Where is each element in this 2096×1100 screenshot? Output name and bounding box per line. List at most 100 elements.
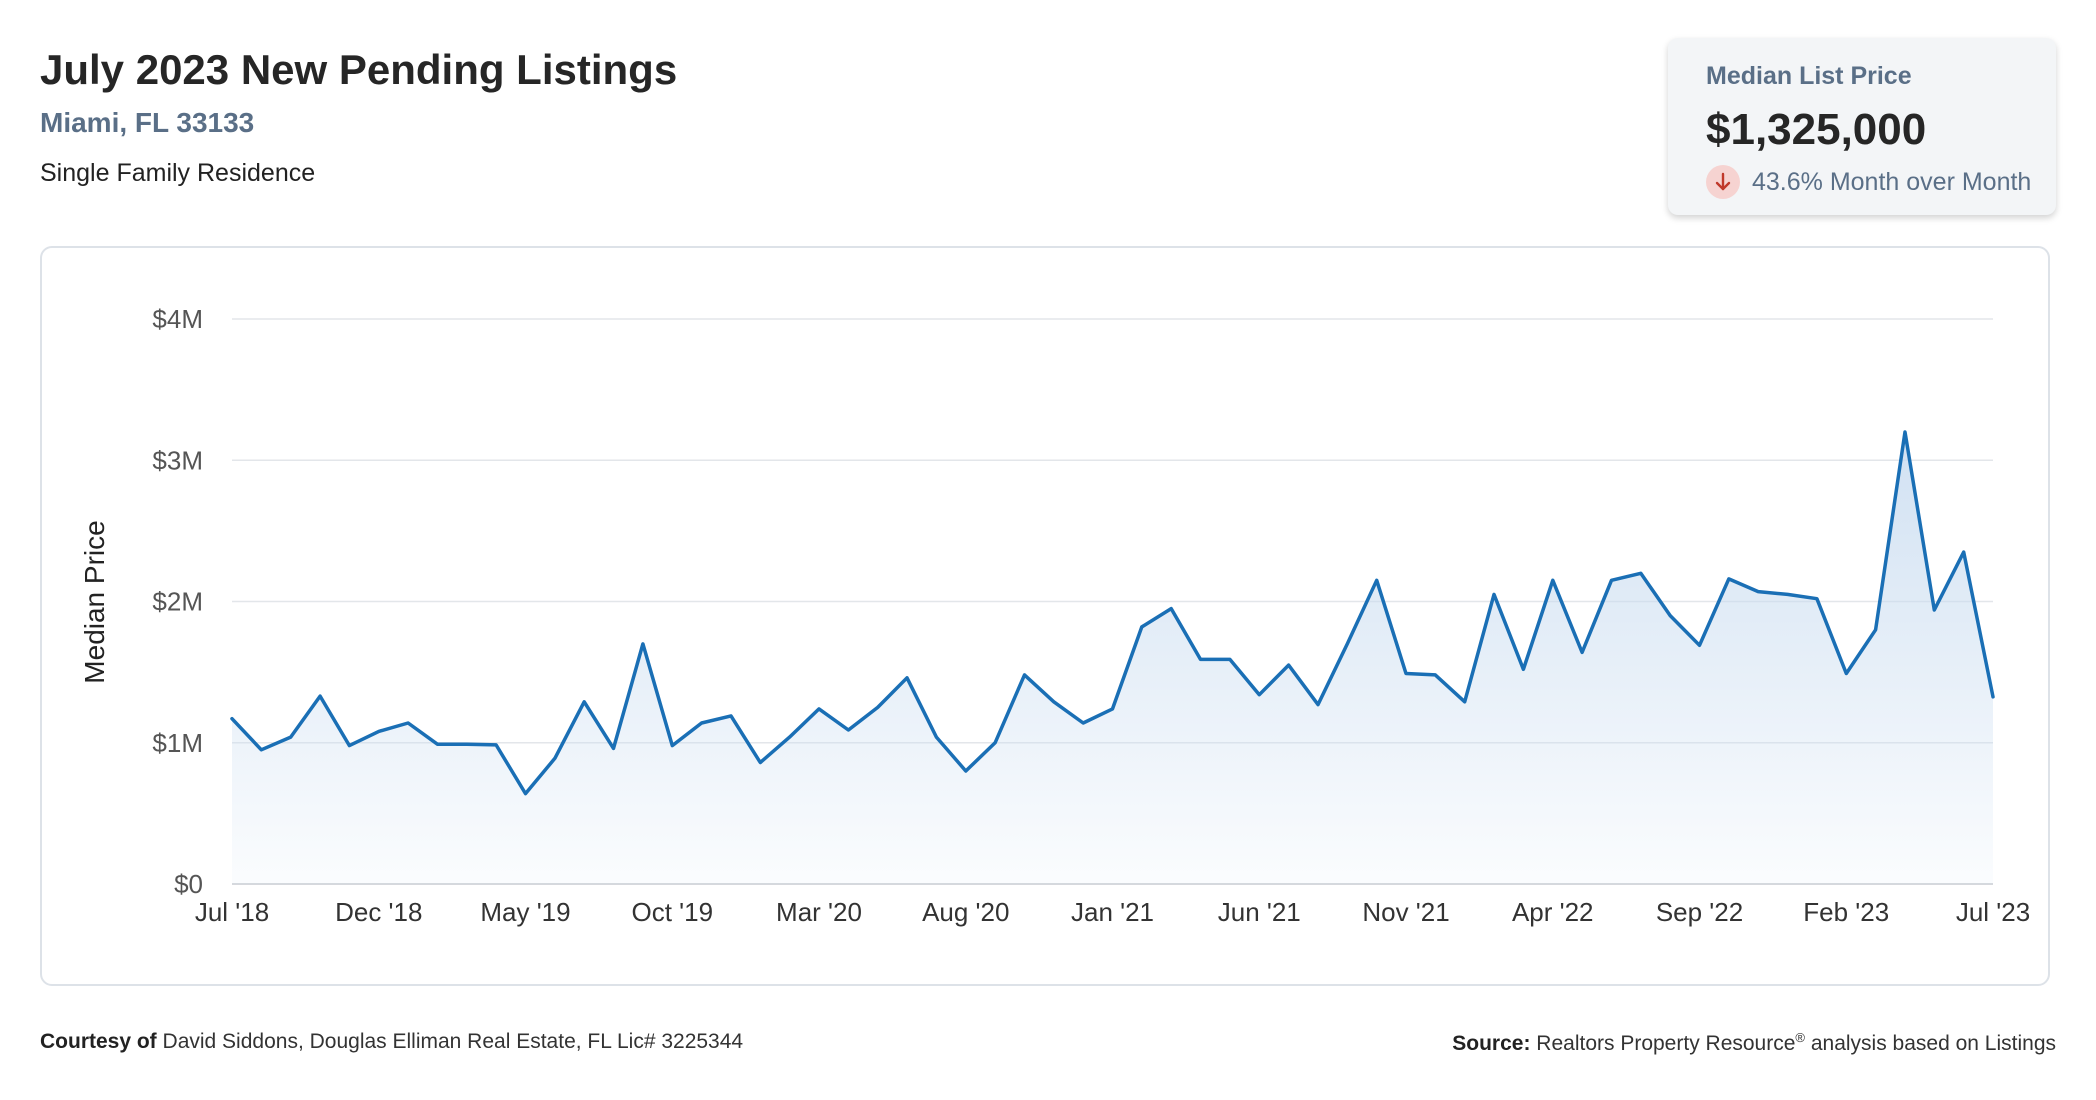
footer-courtesy: Courtesy of David Siddons, Douglas Ellim… xyxy=(40,1030,743,1054)
property-type-label: Single Family Residence xyxy=(40,159,316,187)
stat-change: 43.6% Month over Month xyxy=(1706,165,2056,199)
data-point xyxy=(553,756,557,760)
data-point xyxy=(230,717,234,721)
data-point xyxy=(846,728,850,732)
data-point xyxy=(1786,592,1790,596)
data-point xyxy=(612,746,616,750)
y-tick-label: $4M xyxy=(152,304,203,334)
data-point xyxy=(1991,695,1995,699)
data-point xyxy=(347,744,351,748)
data-point xyxy=(1228,657,1232,661)
data-point xyxy=(1580,650,1584,654)
data-point xyxy=(964,769,968,773)
data-point xyxy=(1287,663,1291,667)
y-tick-label: $2M xyxy=(152,587,203,617)
data-point xyxy=(259,748,263,752)
data-point xyxy=(1521,667,1525,671)
arrow-down-icon xyxy=(1706,165,1740,199)
courtesy-label: Courtesy of xyxy=(40,1030,157,1053)
source-suffix: analysis based on Listings xyxy=(1810,1032,2056,1055)
data-point xyxy=(1375,578,1379,582)
median-list-price-card: Median List Price $1,325,000 43.6% Month… xyxy=(1668,38,2056,215)
x-tick-label: Aug '20 xyxy=(922,897,1009,927)
data-point xyxy=(1609,578,1613,582)
page-title: July 2023 New Pending Listings xyxy=(40,46,678,93)
data-point xyxy=(1962,550,1966,554)
footer-source: Source: Realtors Property Resource® anal… xyxy=(1452,1030,2056,1056)
data-point xyxy=(876,705,880,709)
x-tick-label: Jul '23 xyxy=(1956,897,2030,927)
data-point xyxy=(406,721,410,725)
y-axis-label: Median Price xyxy=(79,520,110,683)
x-tick-label: Dec '18 xyxy=(335,897,422,927)
data-point xyxy=(1433,673,1437,677)
x-tick-label: Feb '23 xyxy=(1803,897,1889,927)
data-point xyxy=(1932,608,1936,612)
x-tick-label: Sep '22 xyxy=(1656,897,1743,927)
data-point xyxy=(670,744,674,748)
price-area xyxy=(232,432,1993,884)
data-point xyxy=(905,676,909,680)
y-tick-label: $1M xyxy=(152,728,203,758)
data-point xyxy=(1316,703,1320,707)
x-tick-label: May '19 xyxy=(480,897,570,927)
data-point xyxy=(1463,700,1467,704)
data-point xyxy=(817,707,821,711)
data-point xyxy=(1199,657,1203,661)
data-point xyxy=(729,714,733,718)
x-tick-label: Oct '19 xyxy=(631,897,713,927)
data-point xyxy=(582,700,586,704)
x-tick-label: Nov '21 xyxy=(1362,897,1449,927)
data-point xyxy=(318,694,322,698)
stat-label: Median List Price xyxy=(1706,62,1912,90)
data-point xyxy=(758,761,762,765)
data-point xyxy=(934,735,938,739)
data-point xyxy=(1727,577,1731,581)
y-tick-label: $0 xyxy=(174,869,203,899)
data-point xyxy=(289,735,293,739)
data-point xyxy=(1257,693,1261,697)
data-point xyxy=(494,743,498,747)
location-subtitle: Miami, FL 33133 xyxy=(40,107,255,138)
data-point xyxy=(1404,672,1408,676)
data-point xyxy=(1815,597,1819,601)
data-point xyxy=(1698,643,1702,647)
stat-value: $1,325,000 xyxy=(1706,105,1927,154)
data-point xyxy=(1111,707,1115,711)
y-tick-label: $3M xyxy=(152,445,203,475)
data-point xyxy=(1345,642,1349,646)
data-point xyxy=(1169,607,1173,611)
x-tick-label: Jan '21 xyxy=(1071,897,1154,927)
data-point xyxy=(1639,571,1643,575)
data-point xyxy=(641,642,645,646)
data-point xyxy=(1081,721,1085,725)
data-point xyxy=(1551,578,1555,582)
x-tick-label: Apr '22 xyxy=(1512,897,1594,927)
data-point xyxy=(788,735,792,739)
source-name: Realtors Property Resource xyxy=(1536,1032,1796,1055)
x-tick-label: Jul '18 xyxy=(195,897,269,927)
data-point xyxy=(465,742,469,746)
data-point xyxy=(1052,700,1056,704)
data-point xyxy=(993,741,997,745)
data-point xyxy=(1756,590,1760,594)
data-point xyxy=(524,792,528,796)
data-point xyxy=(700,721,704,725)
chart-panel: $0 $1M $2M $3M $4M Jul '18 Dec '18 May '19 Oct … xyxy=(40,246,2050,986)
stat-change-text: 43.6% Month over Month xyxy=(1752,167,2032,196)
median-price-chart: $0 $1M $2M $3M $4M Jul '18 Dec '18 May '19 Oct … xyxy=(79,304,2030,927)
source-label: Source: xyxy=(1452,1032,1531,1055)
data-point xyxy=(1022,673,1026,677)
x-tick-label: Mar '20 xyxy=(776,897,862,927)
data-point xyxy=(377,729,381,733)
data-point xyxy=(1668,614,1672,618)
data-point xyxy=(1903,430,1907,434)
registered-mark: ® xyxy=(1795,1030,1805,1045)
data-point xyxy=(1492,592,1496,596)
data-point xyxy=(1844,672,1848,676)
courtesy-text: David Siddons, Douglas Elliman Real Esta… xyxy=(162,1030,744,1053)
data-point xyxy=(435,742,439,746)
x-tick-label: Jun '21 xyxy=(1218,897,1301,927)
data-point xyxy=(1874,628,1878,632)
data-point xyxy=(1140,625,1144,629)
